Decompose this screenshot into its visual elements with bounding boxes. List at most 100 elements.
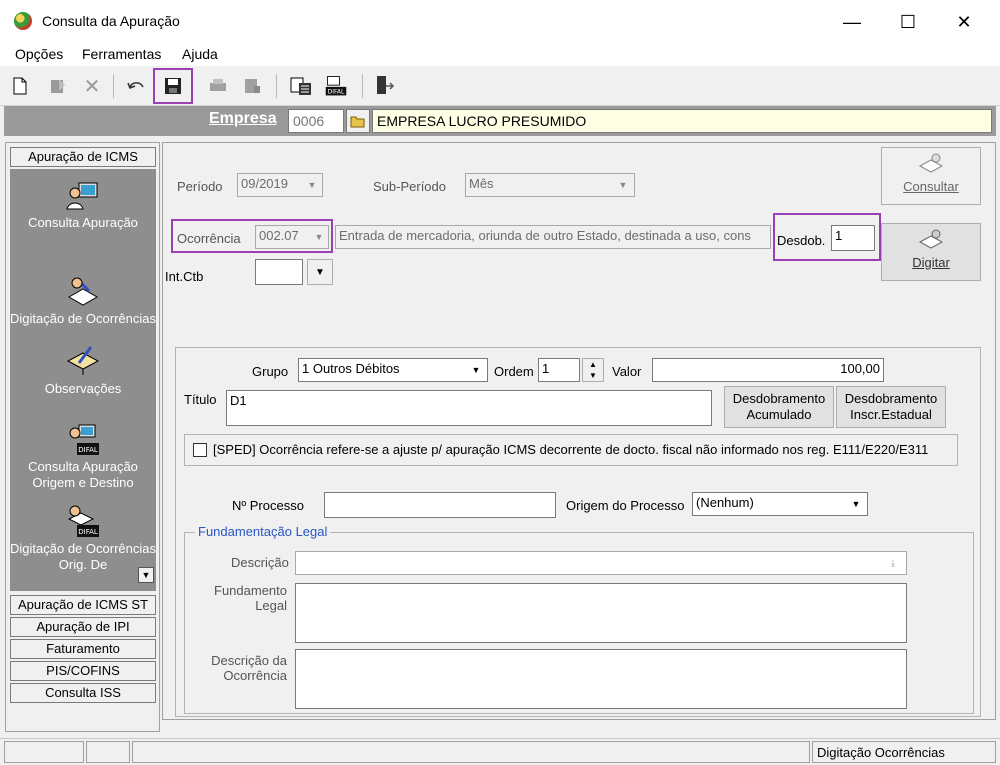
svg-text:DIFAL: DIFAL xyxy=(78,446,98,454)
status-bar: Digitação Ocorrências xyxy=(0,738,1000,765)
menu-ferramentas[interactable]: Ferramentas xyxy=(82,46,161,62)
periodo-label: Período xyxy=(177,179,223,194)
consultar-label: Consultar xyxy=(903,179,959,194)
svg-text:DIFAL: DIFAL xyxy=(328,89,345,96)
consultar-button[interactable]: Consultar xyxy=(881,147,981,205)
ocorrencia-dropdown-arrow[interactable]: ▼ xyxy=(311,228,327,246)
intctb-field[interactable] xyxy=(255,259,303,285)
print-icon[interactable] xyxy=(206,74,230,98)
main-panel: Período 09/2019 ▼ Sub-Período Mês ▼ Cons… xyxy=(162,142,996,720)
sidebar-item-label: Observações xyxy=(44,381,122,396)
group-apuracao-icms[interactable]: Apuração de ICMS xyxy=(10,147,156,167)
exit-door-icon[interactable] xyxy=(372,74,396,98)
menu-ajuda[interactable]: Ajuda xyxy=(182,46,218,62)
svg-text:DIFAL: DIFAL xyxy=(78,528,98,536)
desdob-field[interactable]: 1 xyxy=(831,225,875,251)
minimize-button[interactable]: — xyxy=(832,8,872,36)
fundamentacao-group: Fundamentação Legal Descrição ⤓ Fundamen… xyxy=(184,524,974,714)
nav-area: Consulta Apuração Digitação de Ocorrênci… xyxy=(10,169,156,591)
folder-icon xyxy=(350,116,365,128)
origem-value: (Nenhum) xyxy=(696,495,754,510)
calculator-report-icon[interactable] xyxy=(289,74,313,98)
sped-checkbox[interactable] xyxy=(193,443,207,457)
descricao-label: Descrição xyxy=(231,555,289,570)
group-apuracao-icms-st[interactable]: Apuração de ICMS ST xyxy=(10,595,156,615)
sidebar-item-digitacao-ocorrencias[interactable]: Digitação de Ocorrências xyxy=(10,275,156,327)
empresa-code-field[interactable]: 0006 xyxy=(288,109,344,133)
ordem-field[interactable]: 1 xyxy=(538,358,580,382)
group-apuracao-ipi[interactable]: Apuração de IPI xyxy=(10,617,156,637)
save-icon xyxy=(165,78,181,94)
valor-field[interactable]: 100,00 xyxy=(652,358,884,382)
button-line-2: Inscr.Estadual xyxy=(850,407,932,422)
sidebar-item-consulta-apuracao[interactable]: Consulta Apuração xyxy=(10,179,156,231)
maximize-button[interactable]: ☐ xyxy=(888,8,928,36)
descricao-ocorrencia-label: Descrição da Ocorrência xyxy=(209,653,287,683)
edit-icon[interactable] xyxy=(46,74,70,98)
status-text: Digitação Ocorrências xyxy=(812,741,996,763)
button-line-2: Acumulado xyxy=(746,407,812,422)
intctb-dropdown-button[interactable]: ▼ xyxy=(307,259,333,285)
delete-icon[interactable]: ✕ xyxy=(80,74,104,98)
toolbar-separator xyxy=(113,74,114,98)
grupo-select[interactable]: 1 Outros Débitos xyxy=(298,358,488,382)
new-document-icon[interactable] xyxy=(8,74,32,98)
open-folder-button[interactable] xyxy=(346,109,370,133)
computer-user-icon xyxy=(66,182,98,210)
label-line-2: Legal xyxy=(255,598,287,613)
sped-label: [SPED] Ocorrência refere-se a ajuste p/ … xyxy=(213,442,929,457)
status-cell-2 xyxy=(86,741,130,763)
digitar-button[interactable]: Digitar xyxy=(881,223,981,281)
descricao-ocorrencia-field[interactable] xyxy=(295,649,907,709)
desdob-label: Desdob. xyxy=(777,233,826,248)
menu-opcoes[interactable]: Opções xyxy=(15,46,63,62)
title-bar: Consulta da Apuração — ☐ ✕ xyxy=(0,0,1000,44)
sidebar-item-consulta-origem-destino[interactable]: DIFAL Consulta Apuração Origem e Destino xyxy=(10,423,156,491)
undo-icon[interactable] xyxy=(124,74,148,98)
print-preview-icon[interactable] xyxy=(240,74,264,98)
toolbar-separator xyxy=(362,74,363,98)
periodo-dropdown-arrow[interactable]: ▼ xyxy=(304,176,320,194)
processo-field[interactable] xyxy=(324,492,556,518)
titulo-field[interactable]: D1 xyxy=(226,390,712,426)
sidebar-item-label: Consulta Apuração xyxy=(28,215,138,230)
empresa-label: Empresa xyxy=(209,110,277,127)
group-consulta-iss[interactable]: Consulta ISS xyxy=(10,683,156,703)
origem-select[interactable]: (Nenhum) xyxy=(692,492,868,516)
sidebar-item-digitacao-orig-dest[interactable]: DIFAL Digitação de Ocorrências Orig. De xyxy=(10,505,156,573)
sidebar-item-label: Digitação de Ocorrências xyxy=(10,311,156,326)
fundamento-label: Fundamento Legal xyxy=(209,583,287,613)
periodo-value: 09/2019 xyxy=(241,176,288,191)
menu-bar: Opções Ferramentas Ajuda xyxy=(0,44,1000,66)
ocorrencia-code: 002.07 xyxy=(259,228,299,243)
save-button[interactable] xyxy=(153,68,193,104)
descricao-download-icon[interactable]: ⤓ xyxy=(885,554,901,572)
empresa-name-field: EMPRESA LUCRO PRESUMIDO xyxy=(372,109,992,133)
label-line-2: Ocorrência xyxy=(223,668,287,683)
scroll-down-arrow[interactable]: ▼ xyxy=(138,567,154,583)
origem-label: Origem do Processo xyxy=(566,498,685,513)
digitar-label: Digitar xyxy=(912,255,950,270)
sidebar-item-observacoes[interactable]: Observações xyxy=(10,345,156,397)
grupo-dropdown-arrow[interactable]: ▼ xyxy=(468,361,484,379)
descricao-field[interactable] xyxy=(295,551,907,575)
consult-hand-icon xyxy=(918,153,944,173)
subperiodo-select[interactable]: Mês xyxy=(465,173,635,197)
desdobramento-acumulado-button[interactable]: Desdobramento Acumulado xyxy=(724,386,834,428)
empresa-bar: Empresa 0006 EMPRESA LUCRO PRESUMIDO xyxy=(4,106,996,136)
grupo-value: 1 Outros Débitos xyxy=(302,361,400,376)
button-line-1: Desdobramento xyxy=(844,391,938,406)
subperiodo-dropdown-arrow[interactable]: ▼ xyxy=(615,176,631,194)
fundamento-field[interactable] xyxy=(295,583,907,643)
group-faturamento[interactable]: Faturamento xyxy=(10,639,156,659)
close-button[interactable]: ✕ xyxy=(944,8,984,36)
writing-hand-icon xyxy=(67,277,99,306)
label-line-1: Descrição da xyxy=(211,653,287,668)
desdobramento-inscr-estadual-button[interactable]: Desdobramento Inscr.Estadual xyxy=(836,386,946,428)
sped-box: [SPED] Ocorrência refere-se a ajuste p/ … xyxy=(184,434,958,466)
ordem-spinner[interactable]: ▲ ▼ xyxy=(582,358,604,382)
group-pis-cofins[interactable]: PIS/COFINS xyxy=(10,661,156,681)
difal-icon[interactable]: DIFAL xyxy=(324,74,348,98)
origem-dropdown-arrow[interactable]: ▼ xyxy=(848,495,864,513)
valor-label: Valor xyxy=(612,364,642,379)
